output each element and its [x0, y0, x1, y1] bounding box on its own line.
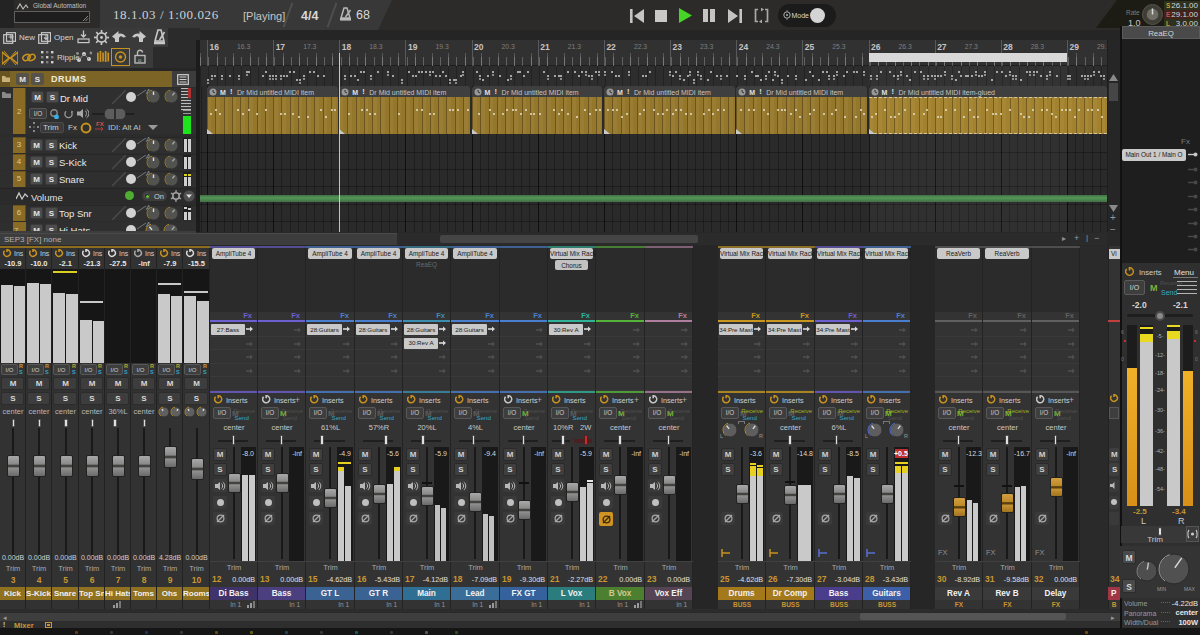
svg-text:o: o: [138, 57, 142, 63]
